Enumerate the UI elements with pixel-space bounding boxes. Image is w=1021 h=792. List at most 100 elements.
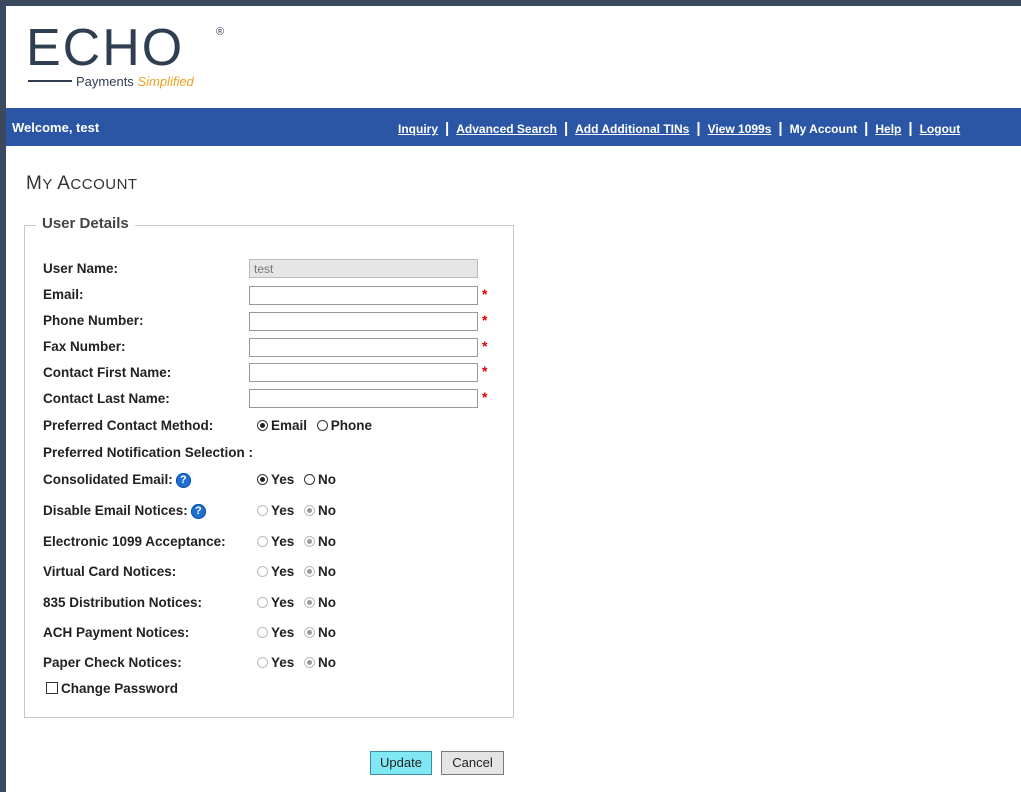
contact-method-group: Email Phone: [257, 418, 378, 433]
contact-method-phone-option[interactable]: Phone: [316, 418, 373, 433]
electronic-1099-yes: Yes: [257, 534, 294, 549]
disable-email-notices-group: Yes No: [257, 503, 342, 518]
nav-link-help[interactable]: Help: [875, 122, 901, 136]
first-name-field[interactable]: [249, 363, 478, 382]
email-field[interactable]: [249, 286, 478, 305]
yes-label: Yes: [271, 595, 295, 610]
radio-disabled-icon: [257, 536, 268, 547]
yes-label: Yes: [271, 472, 295, 487]
nav-links: Inquiry | Advanced Search | Add Additional T…: [398, 120, 960, 137]
consolidated-email-group: Yes No: [257, 472, 342, 487]
electronic-1099-no: No: [304, 534, 336, 549]
radio-selected-icon[interactable]: [257, 420, 268, 431]
email-required-marker: *: [482, 286, 488, 302]
notification-heading: Preferred Notification Selection :: [43, 445, 254, 460]
page-title-part: Y: [42, 176, 58, 193]
window-frame-top: [0, 0, 1021, 6]
no-label: No: [318, 472, 337, 487]
nav-link-add-additional-tins[interactable]: Add Additional TINs: [575, 122, 689, 136]
help-icon[interactable]: ?: [190, 504, 206, 519]
ach-payment-yes: Yes: [257, 625, 294, 640]
contact-method-email-option[interactable]: Email: [257, 418, 307, 433]
nav-link-view-1099s[interactable]: View 1099s: [708, 122, 772, 136]
echo-logo: ECHO ® Payments Simplified: [26, 20, 246, 92]
radio-disabled-selected-icon: [304, 505, 316, 516]
no-label: No: [318, 534, 337, 549]
fax-field[interactable]: [249, 338, 478, 357]
radio-unselected-icon[interactable]: [304, 474, 316, 485]
user-details-legend: User Details: [36, 215, 135, 232]
nav-separator: |: [778, 120, 783, 137]
update-button[interactable]: Update: [370, 751, 432, 775]
paper-check-group: Yes No: [257, 655, 342, 670]
nav-link-advanced-search[interactable]: Advanced Search: [456, 122, 557, 136]
logo-registered-mark: ®: [216, 26, 225, 38]
yes-label: Yes: [271, 655, 295, 670]
fax-required-marker: *: [482, 338, 488, 354]
page-title-part: CCOUNT: [70, 176, 138, 193]
page-title: MY ACCOUNT: [26, 173, 138, 195]
contact-method-label: Preferred Contact Method:: [43, 418, 214, 433]
user-name-label: User Name:: [43, 261, 119, 276]
nav-separator: |: [696, 120, 701, 137]
paper-check-yes: Yes: [257, 655, 294, 670]
last-name-field[interactable]: [249, 389, 478, 408]
dist-835-group: Yes No: [257, 595, 342, 610]
electronic-1099-label: Electronic 1099 Acceptance:: [43, 534, 226, 549]
consolidated-email-yes[interactable]: Yes: [257, 472, 294, 487]
logo-tagline-accent: Simplified: [137, 74, 194, 89]
disable-email-notices-yes: Yes: [257, 503, 294, 518]
ach-payment-group: Yes No: [257, 625, 342, 640]
first-name-required-marker: *: [482, 363, 488, 379]
radio-disabled-icon: [257, 657, 268, 668]
cancel-button[interactable]: Cancel: [441, 751, 504, 775]
logo-tagline-prefix: Payments: [76, 74, 134, 89]
logo-wordmark: ECHO: [26, 19, 185, 77]
contact-method-email-label: Email: [271, 418, 308, 433]
user-name-field: [249, 259, 478, 278]
virtual-card-no: No: [304, 564, 336, 579]
welcome-text: Welcome, test: [12, 120, 100, 135]
dist-835-yes: Yes: [257, 595, 294, 610]
virtual-card-yes: Yes: [257, 564, 294, 579]
consolidated-email-no[interactable]: No: [304, 472, 336, 487]
nav-link-inquiry[interactable]: Inquiry: [398, 122, 438, 136]
change-password-checkbox[interactable]: [46, 682, 58, 694]
radio-selected-icon[interactable]: [257, 474, 268, 485]
dist-835-no: No: [304, 595, 336, 610]
page-title-letter: A: [57, 173, 71, 194]
ach-payment-no: No: [304, 625, 336, 640]
logo-tagline: Payments Simplified: [76, 74, 194, 89]
yes-label: Yes: [271, 564, 295, 579]
first-name-label: Contact First Name:: [43, 365, 172, 380]
radio-disabled-selected-icon: [304, 536, 316, 547]
nav-link-logout[interactable]: Logout: [920, 122, 961, 136]
dist-835-label: 835 Distribution Notices:: [43, 595, 203, 610]
disable-email-notices-label: Disable Email Notices:?: [43, 503, 206, 519]
page-title-letter: M: [26, 173, 43, 194]
consolidated-email-label-text: Consolidated Email:: [43, 472, 173, 487]
radio-unselected-icon[interactable]: [316, 420, 328, 431]
no-label: No: [318, 595, 337, 610]
yes-label: Yes: [271, 625, 295, 640]
email-label: Email:: [43, 287, 84, 302]
top-navbar: Welcome, test Inquiry | Advanced Search | Ad…: [6, 108, 1021, 146]
nav-separator: |: [563, 120, 569, 137]
virtual-card-group: Yes No: [257, 564, 342, 579]
paper-check-no: No: [304, 655, 336, 670]
no-label: No: [318, 655, 337, 670]
contact-method-phone-label: Phone: [330, 418, 373, 433]
disable-email-notices-no: No: [304, 503, 336, 518]
virtual-card-label: Virtual Card Notices:: [43, 564, 177, 579]
radio-disabled-icon: [257, 627, 268, 638]
change-password-option[interactable]: Change Password: [46, 681, 178, 696]
nav-separator: |: [445, 120, 450, 137]
nav-link-my-account[interactable]: My Account: [790, 122, 858, 136]
phone-field[interactable]: [249, 312, 478, 331]
yes-label: Yes: [271, 534, 295, 549]
radio-disabled-icon: [257, 566, 268, 577]
logo-rule: [28, 80, 72, 82]
help-icon[interactable]: ?: [175, 473, 191, 488]
disable-email-notices-label-text: Disable Email Notices:: [43, 503, 188, 518]
yes-label: Yes: [271, 503, 295, 518]
